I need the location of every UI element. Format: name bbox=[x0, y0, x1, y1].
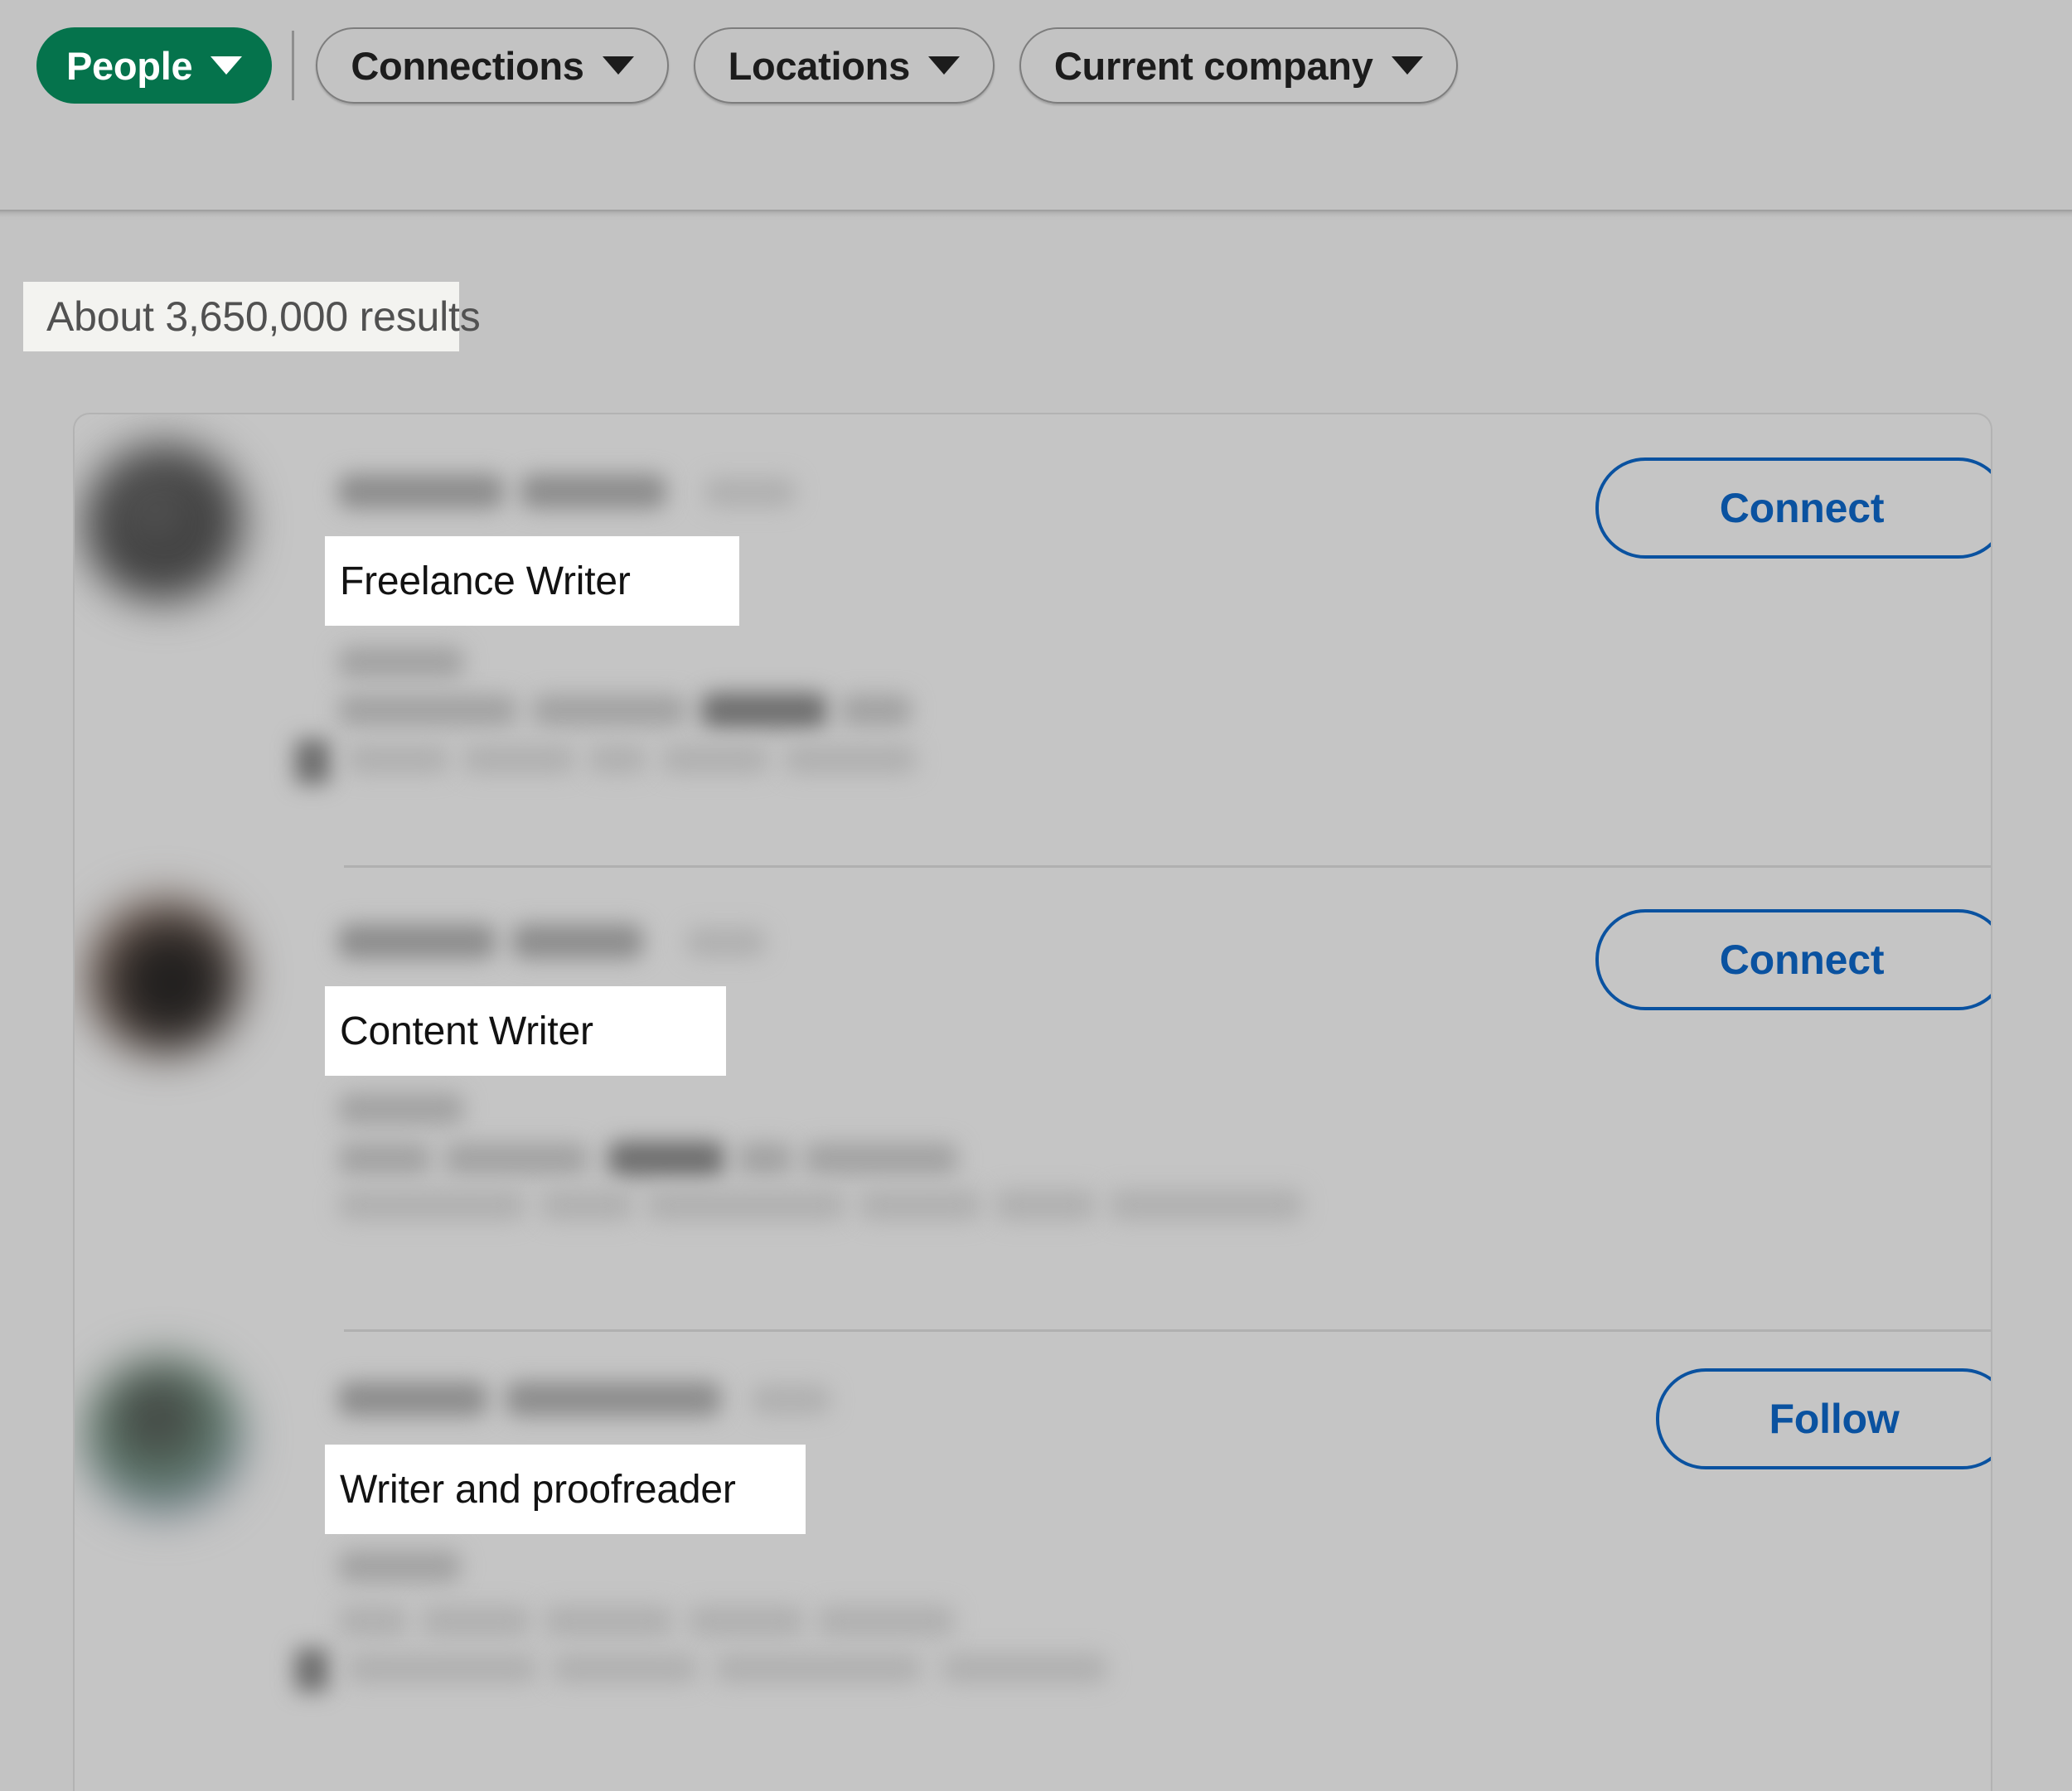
filter-pill-connections[interactable]: Connections bbox=[316, 27, 669, 104]
result-about-d bbox=[688, 1605, 804, 1637]
connect-button[interactable]: Connect bbox=[1595, 909, 1991, 1010]
result-name[interactable] bbox=[338, 924, 496, 959]
result-services-f bbox=[1109, 1189, 1303, 1221]
result-headline: Freelance Writer bbox=[340, 559, 631, 603]
filter-pill-group: People Connections Locations Current com… bbox=[36, 27, 1458, 104]
result-about-e bbox=[817, 1605, 955, 1637]
result-meta-a bbox=[346, 1653, 537, 1683]
result-name[interactable] bbox=[338, 474, 504, 509]
filter-bar-shadow bbox=[0, 210, 2072, 221]
result-current-role-a bbox=[338, 695, 517, 726]
result-headline: Content Writer bbox=[340, 1009, 593, 1053]
document-icon bbox=[295, 1648, 328, 1692]
result-services-b bbox=[540, 1189, 633, 1221]
filter-pill-people-label: People bbox=[66, 43, 193, 88]
result-headline: Writer and proofreader bbox=[340, 1467, 736, 1512]
result-about-a bbox=[338, 1605, 408, 1637]
result-headline-highlight: Writer and proofreader bbox=[325, 1445, 806, 1534]
result-about-b bbox=[421, 1605, 530, 1637]
result-meta-b bbox=[552, 1653, 698, 1683]
result-meta-c bbox=[714, 1653, 922, 1683]
result-shared-connection-e bbox=[784, 744, 917, 774]
follow-button[interactable]: Follow bbox=[1656, 1368, 1991, 1469]
result-services-c bbox=[646, 1189, 845, 1221]
result-name-last[interactable] bbox=[512, 924, 643, 959]
result-degree-badge bbox=[686, 927, 766, 957]
result-location bbox=[338, 646, 464, 678]
filter-pill-connections-label: Connections bbox=[351, 43, 584, 88]
chevron-down-icon bbox=[602, 56, 634, 75]
result-current-role-keyword bbox=[608, 1141, 724, 1176]
filter-divider bbox=[292, 31, 295, 100]
result-shared-connection-a bbox=[346, 744, 449, 774]
result-current-role-b bbox=[532, 695, 686, 726]
table-row[interactable]: Content Writer Connect bbox=[75, 868, 1991, 1332]
result-location bbox=[338, 1551, 461, 1582]
chevron-down-icon bbox=[927, 56, 960, 75]
result-current-role-a bbox=[338, 1143, 431, 1174]
result-current-role-c bbox=[840, 695, 912, 726]
filter-pill-people[interactable]: People bbox=[36, 27, 273, 104]
table-row[interactable]: Freelance Writer Connect bbox=[75, 414, 1991, 868]
result-about-c bbox=[544, 1605, 673, 1637]
result-headline-highlight: Content Writer bbox=[325, 986, 726, 1076]
table-row[interactable]: Writer and proofreader Follow bbox=[75, 1332, 1991, 1791]
avatar[interactable] bbox=[85, 444, 244, 603]
chevron-down-icon bbox=[211, 56, 243, 75]
result-current-role-c bbox=[738, 1143, 792, 1174]
results-count: About 3,650,000 results bbox=[23, 282, 481, 351]
result-current-role-b bbox=[444, 1143, 588, 1174]
result-meta-d bbox=[942, 1653, 1107, 1683]
filter-pill-current-company[interactable]: Current company bbox=[1019, 27, 1458, 104]
result-headline-highlight: Freelance Writer bbox=[325, 536, 739, 626]
filter-pill-locations[interactable]: Locations bbox=[693, 27, 995, 104]
result-name[interactable] bbox=[338, 1382, 487, 1416]
result-shared-connection-c bbox=[588, 744, 646, 774]
result-name-last[interactable] bbox=[506, 1382, 721, 1416]
search-results-card: Freelance Writer Connect Content Writer bbox=[73, 413, 1992, 1791]
avatar[interactable] bbox=[85, 1357, 244, 1516]
connect-button[interactable]: Connect bbox=[1595, 457, 1991, 559]
result-name-last[interactable] bbox=[520, 474, 666, 509]
result-services-a bbox=[338, 1189, 525, 1221]
follow-button-label: Follow bbox=[1769, 1396, 1900, 1442]
result-current-role-keyword bbox=[701, 693, 827, 728]
result-degree-badge bbox=[751, 1385, 830, 1415]
result-services-e bbox=[995, 1189, 1096, 1221]
chevron-down-icon bbox=[1391, 56, 1423, 75]
connect-button-label: Connect bbox=[1719, 485, 1885, 531]
result-current-role-d bbox=[804, 1143, 958, 1174]
search-filter-bar: People Connections Locations Current com… bbox=[0, 0, 2072, 210]
avatar[interactable] bbox=[85, 896, 244, 1055]
result-services-d bbox=[859, 1189, 981, 1221]
filter-pill-locations-label: Locations bbox=[728, 43, 911, 88]
result-shared-connection-d bbox=[661, 744, 769, 774]
document-icon bbox=[295, 739, 330, 784]
result-degree-badge bbox=[704, 477, 796, 507]
connect-button-label: Connect bbox=[1719, 937, 1885, 983]
filter-pill-current-company-label: Current company bbox=[1053, 43, 1373, 88]
result-shared-connection-b bbox=[462, 744, 575, 774]
result-location bbox=[338, 1093, 464, 1125]
